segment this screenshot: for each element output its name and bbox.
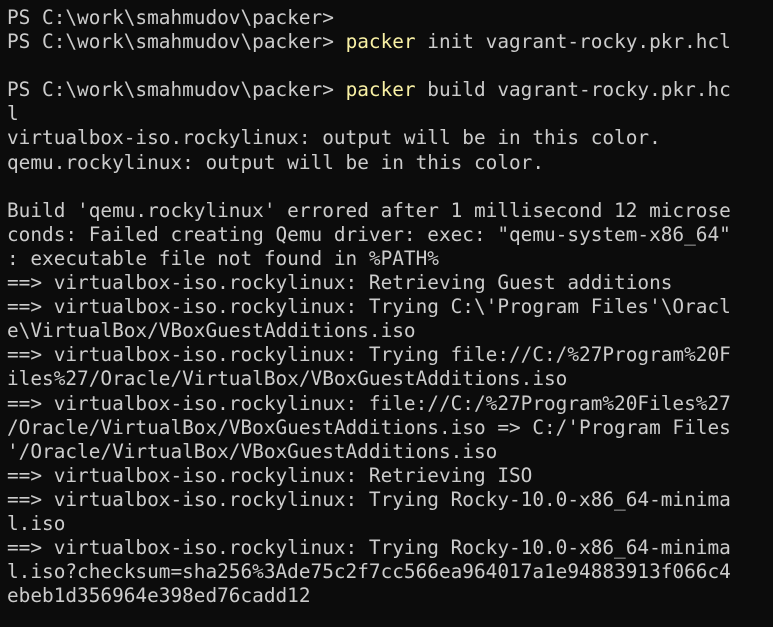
terminal-line: virtualbox-iso.rockylinux: output will b… (7, 126, 773, 150)
output-text: : executable file not found in %PATH% (7, 246, 439, 270)
output-text: init vagrant-rocky.pkr.hcl (415, 30, 731, 54)
terminal-line: qemu.rockylinux: output will be in this … (7, 151, 773, 175)
output-text: l.iso?checksum=sha256%3Ade75c2f7cc566ea9… (7, 560, 731, 584)
terminal-line: ==> virtualbox-iso.rockylinux: Retrievin… (7, 464, 773, 488)
output-text: ebeb1d356964e398ed76cadd12 (7, 584, 311, 608)
terminal-line: l.iso?checksum=sha256%3Ade75c2f7cc566ea9… (7, 560, 773, 584)
terminal-line: : executable file not found in %PATH% (7, 247, 773, 271)
terminal-line: '/Oracle/VirtualBox/VBoxGuestAdditions.i… (7, 440, 773, 464)
output-text: ==> virtualbox-iso.rockylinux: Trying Ro… (7, 487, 731, 511)
command-name: packer (345, 78, 416, 102)
output-text: Build 'qemu.rockylinux' errored after 1 … (7, 198, 731, 222)
terminal-line: e\VirtualBox/VBoxGuestAdditions.iso (7, 319, 773, 343)
output-text: ==> virtualbox-iso.rockylinux: Retrievin… (7, 463, 533, 487)
terminal-line: ebeb1d356964e398ed76cadd12 (7, 584, 773, 608)
terminal-line: iles%27/Oracle/VirtualBox/VBoxGuestAddit… (7, 367, 773, 391)
terminal-line: ==> virtualbox-iso.rockylinux: Trying Ro… (7, 488, 773, 512)
terminal-line: l (7, 102, 773, 126)
output-text: conds: Failed creating Qemu driver: exec… (7, 222, 731, 246)
terminal-line: conds: Failed creating Qemu driver: exec… (7, 223, 773, 247)
terminal-line: ==> virtualbox-iso.rockylinux: Trying Ro… (7, 536, 773, 560)
terminal-window[interactable]: PS C:\work\smahmudov\packer> PS C:\work\s… (0, 0, 773, 627)
terminal-line: ==> virtualbox-iso.rockylinux: Trying C:… (7, 295, 773, 319)
output-text: build vagrant-rocky.pkr.hc (415, 78, 731, 102)
prompt-text: PS C:\work\smahmudov\packer> (7, 6, 334, 29)
output-text: ==> virtualbox-iso.rockylinux: Trying Ro… (7, 536, 731, 560)
output-text: ==> virtualbox-iso.rockylinux: file://C:… (7, 391, 731, 415)
output-text: ==> virtualbox-iso.rockylinux: Trying C:… (7, 295, 731, 319)
terminal-line: /Oracle/VirtualBox/VBoxGuestAdditions.is… (7, 416, 773, 440)
output-text: e\VirtualBox/VBoxGuestAdditions.iso (7, 319, 416, 343)
terminal-line: l.iso (7, 512, 773, 536)
terminal-line: PS C:\work\smahmudov\packer> packer buil… (7, 78, 773, 102)
terminal-line: PS C:\work\smahmudov\packer> packer init… (7, 30, 773, 54)
output-text: l (7, 102, 19, 126)
output-text: iles%27/Oracle/VirtualBox/VBoxGuestAddit… (7, 367, 568, 391)
output-text: l.iso (7, 511, 66, 535)
terminal-line: PS C:\work\smahmudov\packer> (7, 6, 773, 30)
command-name: packer (345, 30, 416, 54)
output-text: virtualbox-iso.rockylinux: output will b… (7, 126, 661, 150)
output-text: '/Oracle/VirtualBox/VBoxGuestAdditions.i… (7, 439, 498, 463)
terminal-line: ==> virtualbox-iso.rockylinux: file://C:… (7, 392, 773, 416)
terminal-line: Build 'qemu.rockylinux' errored after 1 … (7, 199, 773, 223)
output-text: ==> virtualbox-iso.rockylinux: Trying fi… (7, 343, 731, 367)
terminal-line: ==> virtualbox-iso.rockylinux: Retrievin… (7, 271, 773, 295)
prompt-text: PS C:\work\smahmudov\packer> (7, 78, 346, 102)
terminal-line: ==> virtualbox-iso.rockylinux: Trying fi… (7, 343, 773, 367)
output-text: qemu.rockylinux: output will be in this … (7, 150, 545, 174)
output-text: ==> virtualbox-iso.rockylinux: Retrievin… (7, 271, 673, 295)
output-text: /Oracle/VirtualBox/VBoxGuestAdditions.is… (7, 415, 731, 439)
prompt-text: PS C:\work\smahmudov\packer> (7, 30, 346, 54)
